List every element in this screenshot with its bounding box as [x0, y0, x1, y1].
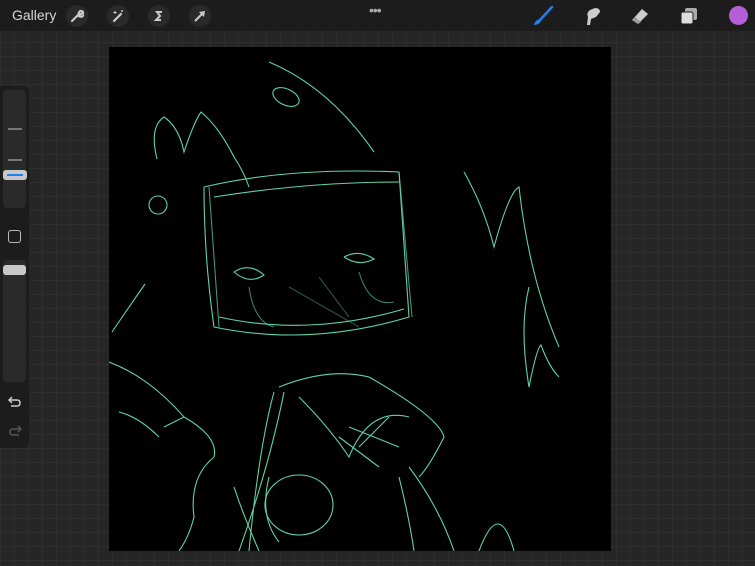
left-sidebar — [0, 86, 29, 448]
layers-icon[interactable] — [677, 4, 701, 28]
gallery-button[interactable]: Gallery — [12, 7, 56, 23]
opacity-slider[interactable] — [3, 260, 26, 382]
brush-size-thumb[interactable] — [3, 170, 27, 180]
eraser-icon[interactable] — [628, 4, 652, 28]
sketch-artwork — [108, 61, 560, 552]
modify-button-square-icon[interactable] — [8, 230, 21, 243]
undo-icon[interactable] — [7, 394, 22, 413]
transform-arrow-icon[interactable] — [189, 5, 211, 27]
brush-size-slider[interactable] — [3, 90, 27, 208]
drawing-canvas[interactable] — [108, 47, 611, 552]
redo-icon[interactable] — [8, 423, 23, 442]
more-options-button[interactable]: ••• — [369, 2, 382, 18]
opacity-thumb[interactable] — [3, 265, 26, 275]
actions-wrench-icon[interactable] — [66, 5, 88, 27]
brush-icon[interactable] — [531, 4, 555, 28]
size-tick — [8, 128, 22, 130]
adjustments-magic-wand-icon[interactable] — [107, 5, 129, 27]
top-toolbar: Gallery ••• — [0, 0, 755, 31]
selection-icon[interactable] — [148, 5, 170, 27]
smudge-icon[interactable] — [580, 4, 604, 28]
color-picker-button[interactable] — [729, 6, 748, 25]
size-tick — [8, 159, 22, 161]
